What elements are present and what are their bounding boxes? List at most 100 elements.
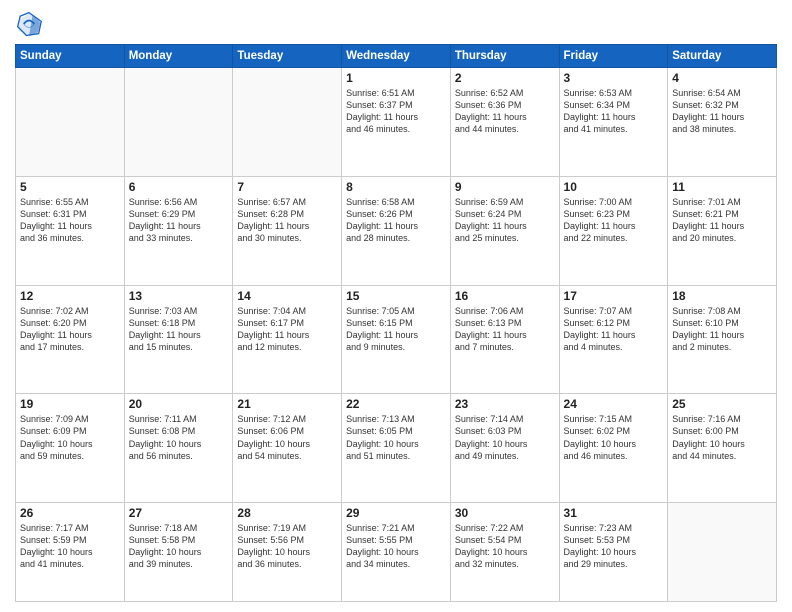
day-info: Sunrise: 6:53 AM Sunset: 6:34 PM Dayligh… (564, 87, 664, 136)
calendar-cell (233, 68, 342, 177)
day-info: Sunrise: 7:09 AM Sunset: 6:09 PM Dayligh… (20, 413, 120, 462)
calendar-cell: 14 Sunrise: 7:04 AM Sunset: 6:17 PM Dayli… (233, 285, 342, 394)
day-number: 31 (564, 506, 664, 520)
day-info: Sunrise: 7:04 AM Sunset: 6:17 PM Dayligh… (237, 305, 337, 354)
day-number: 11 (672, 180, 772, 194)
calendar-cell: 5Sunrise: 6:55 AM Sunset: 6:31 PM Daylig… (16, 176, 125, 285)
calendar-cell: 24 Sunrise: 7:15 AM Sunset: 6:02 PM Dayli… (559, 394, 668, 503)
day-number: 18 (672, 289, 772, 303)
calendar-cell (124, 68, 233, 177)
calendar-cell: 22Sunrise: 7:13 AM Sunset: 6:05 PM Dayli… (342, 394, 451, 503)
day-number: 19 (20, 397, 120, 411)
day-header-sunday: Sunday (16, 45, 125, 68)
day-info: Sunrise: 7:15 AM Sunset: 6:02 PM Dayligh… (564, 413, 664, 462)
logo-icon (15, 10, 43, 38)
day-number: 3 (564, 71, 664, 85)
day-number: 22 (346, 397, 446, 411)
calendar-cell (16, 68, 125, 177)
day-header-monday: Monday (124, 45, 233, 68)
day-info: Sunrise: 7:05 AM Sunset: 6:15 PM Dayligh… (346, 305, 446, 354)
day-info: Sunrise: 6:57 AM Sunset: 6:28 PM Dayligh… (237, 196, 337, 245)
day-info: Sunrise: 6:51 AM Sunset: 6:37 PM Dayligh… (346, 87, 446, 136)
calendar-cell: 11 Sunrise: 7:01 AM Sunset: 6:21 PM Dayli… (668, 176, 777, 285)
day-number: 7 (237, 180, 337, 194)
day-info: Sunrise: 7:22 AM Sunset: 5:54 PM Dayligh… (455, 522, 555, 571)
week-row-4: 26 Sunrise: 7:17 AM Sunset: 5:59 PM Dayli… (16, 503, 777, 602)
day-info: Sunrise: 7:06 AM Sunset: 6:13 PM Dayligh… (455, 305, 555, 354)
calendar-cell: 16Sunrise: 7:06 AM Sunset: 6:13 PM Dayli… (450, 285, 559, 394)
day-number: 5 (20, 180, 120, 194)
calendar-cell: 29 Sunrise: 7:21 AM Sunset: 5:55 PM Dayli… (342, 503, 451, 602)
day-info: Sunrise: 7:16 AM Sunset: 6:00 PM Dayligh… (672, 413, 772, 462)
day-header-thursday: Thursday (450, 45, 559, 68)
calendar-cell: 30 Sunrise: 7:22 AM Sunset: 5:54 PM Dayli… (450, 503, 559, 602)
week-row-3: 19 Sunrise: 7:09 AM Sunset: 6:09 PM Dayli… (16, 394, 777, 503)
day-info: Sunrise: 6:59 AM Sunset: 6:24 PM Dayligh… (455, 196, 555, 245)
calendar-cell: 1 Sunrise: 6:51 AM Sunset: 6:37 PM Daylig… (342, 68, 451, 177)
calendar-cell: 2 Sunrise: 6:52 AM Sunset: 6:36 PM Daylig… (450, 68, 559, 177)
calendar-cell: 27Sunrise: 7:18 AM Sunset: 5:58 PM Dayli… (124, 503, 233, 602)
page: SundayMondayTuesdayWednesdayThursdayFrid… (0, 0, 792, 612)
day-number: 15 (346, 289, 446, 303)
day-number: 14 (237, 289, 337, 303)
calendar-cell (668, 503, 777, 602)
week-row-0: 1 Sunrise: 6:51 AM Sunset: 6:37 PM Daylig… (16, 68, 777, 177)
day-info: Sunrise: 7:00 AM Sunset: 6:23 PM Dayligh… (564, 196, 664, 245)
day-number: 10 (564, 180, 664, 194)
day-number: 30 (455, 506, 555, 520)
day-info: Sunrise: 6:52 AM Sunset: 6:36 PM Dayligh… (455, 87, 555, 136)
logo (15, 10, 47, 38)
day-number: 17 (564, 289, 664, 303)
day-info: Sunrise: 6:56 AM Sunset: 6:29 PM Dayligh… (129, 196, 229, 245)
calendar-cell: 31 Sunrise: 7:23 AM Sunset: 5:53 PM Dayli… (559, 503, 668, 602)
day-number: 28 (237, 506, 337, 520)
calendar-cell: 15 Sunrise: 7:05 AM Sunset: 6:15 PM Dayli… (342, 285, 451, 394)
day-number: 1 (346, 71, 446, 85)
calendar-header-row: SundayMondayTuesdayWednesdayThursdayFrid… (16, 45, 777, 68)
day-header-wednesday: Wednesday (342, 45, 451, 68)
calendar-cell: 8 Sunrise: 6:58 AM Sunset: 6:26 PM Daylig… (342, 176, 451, 285)
day-number: 26 (20, 506, 120, 520)
calendar-cell: 9 Sunrise: 6:59 AM Sunset: 6:24 PM Daylig… (450, 176, 559, 285)
day-number: 29 (346, 506, 446, 520)
calendar-cell: 17 Sunrise: 7:07 AM Sunset: 6:12 PM Dayli… (559, 285, 668, 394)
day-header-saturday: Saturday (668, 45, 777, 68)
calendar-cell: 19 Sunrise: 7:09 AM Sunset: 6:09 PM Dayli… (16, 394, 125, 503)
calendar-cell: 25Sunrise: 7:16 AM Sunset: 6:00 PM Dayli… (668, 394, 777, 503)
day-info: Sunrise: 7:08 AM Sunset: 6:10 PM Dayligh… (672, 305, 772, 354)
day-info: Sunrise: 7:17 AM Sunset: 5:59 PM Dayligh… (20, 522, 120, 571)
calendar-cell: 20Sunrise: 7:11 AM Sunset: 6:08 PM Dayli… (124, 394, 233, 503)
day-number: 23 (455, 397, 555, 411)
day-number: 2 (455, 71, 555, 85)
day-info: Sunrise: 6:58 AM Sunset: 6:26 PM Dayligh… (346, 196, 446, 245)
day-number: 21 (237, 397, 337, 411)
day-info: Sunrise: 6:54 AM Sunset: 6:32 PM Dayligh… (672, 87, 772, 136)
day-number: 9 (455, 180, 555, 194)
calendar-cell: 26 Sunrise: 7:17 AM Sunset: 5:59 PM Dayli… (16, 503, 125, 602)
day-number: 12 (20, 289, 120, 303)
day-info: Sunrise: 7:23 AM Sunset: 5:53 PM Dayligh… (564, 522, 664, 571)
day-info: Sunrise: 7:01 AM Sunset: 6:21 PM Dayligh… (672, 196, 772, 245)
calendar-cell: 28 Sunrise: 7:19 AM Sunset: 5:56 PM Dayli… (233, 503, 342, 602)
calendar-cell: 13 Sunrise: 7:03 AM Sunset: 6:18 PM Dayli… (124, 285, 233, 394)
day-info: Sunrise: 7:14 AM Sunset: 6:03 PM Dayligh… (455, 413, 555, 462)
day-header-friday: Friday (559, 45, 668, 68)
calendar-cell: 3 Sunrise: 6:53 AM Sunset: 6:34 PM Daylig… (559, 68, 668, 177)
calendar-cell: 6 Sunrise: 6:56 AM Sunset: 6:29 PM Daylig… (124, 176, 233, 285)
calendar-cell: 23 Sunrise: 7:14 AM Sunset: 6:03 PM Dayli… (450, 394, 559, 503)
day-number: 8 (346, 180, 446, 194)
day-info: Sunrise: 7:07 AM Sunset: 6:12 PM Dayligh… (564, 305, 664, 354)
day-number: 13 (129, 289, 229, 303)
day-info: Sunrise: 7:19 AM Sunset: 5:56 PM Dayligh… (237, 522, 337, 571)
day-info: Sunrise: 7:18 AM Sunset: 5:58 PM Dayligh… (129, 522, 229, 571)
day-header-tuesday: Tuesday (233, 45, 342, 68)
header (15, 10, 777, 38)
day-info: Sunrise: 7:21 AM Sunset: 5:55 PM Dayligh… (346, 522, 446, 571)
day-info: Sunrise: 7:03 AM Sunset: 6:18 PM Dayligh… (129, 305, 229, 354)
day-number: 6 (129, 180, 229, 194)
week-row-1: 5Sunrise: 6:55 AM Sunset: 6:31 PM Daylig… (16, 176, 777, 285)
calendar-cell: 12 Sunrise: 7:02 AM Sunset: 6:20 PM Dayli… (16, 285, 125, 394)
day-number: 24 (564, 397, 664, 411)
week-row-2: 12 Sunrise: 7:02 AM Sunset: 6:20 PM Dayli… (16, 285, 777, 394)
day-info: Sunrise: 7:02 AM Sunset: 6:20 PM Dayligh… (20, 305, 120, 354)
